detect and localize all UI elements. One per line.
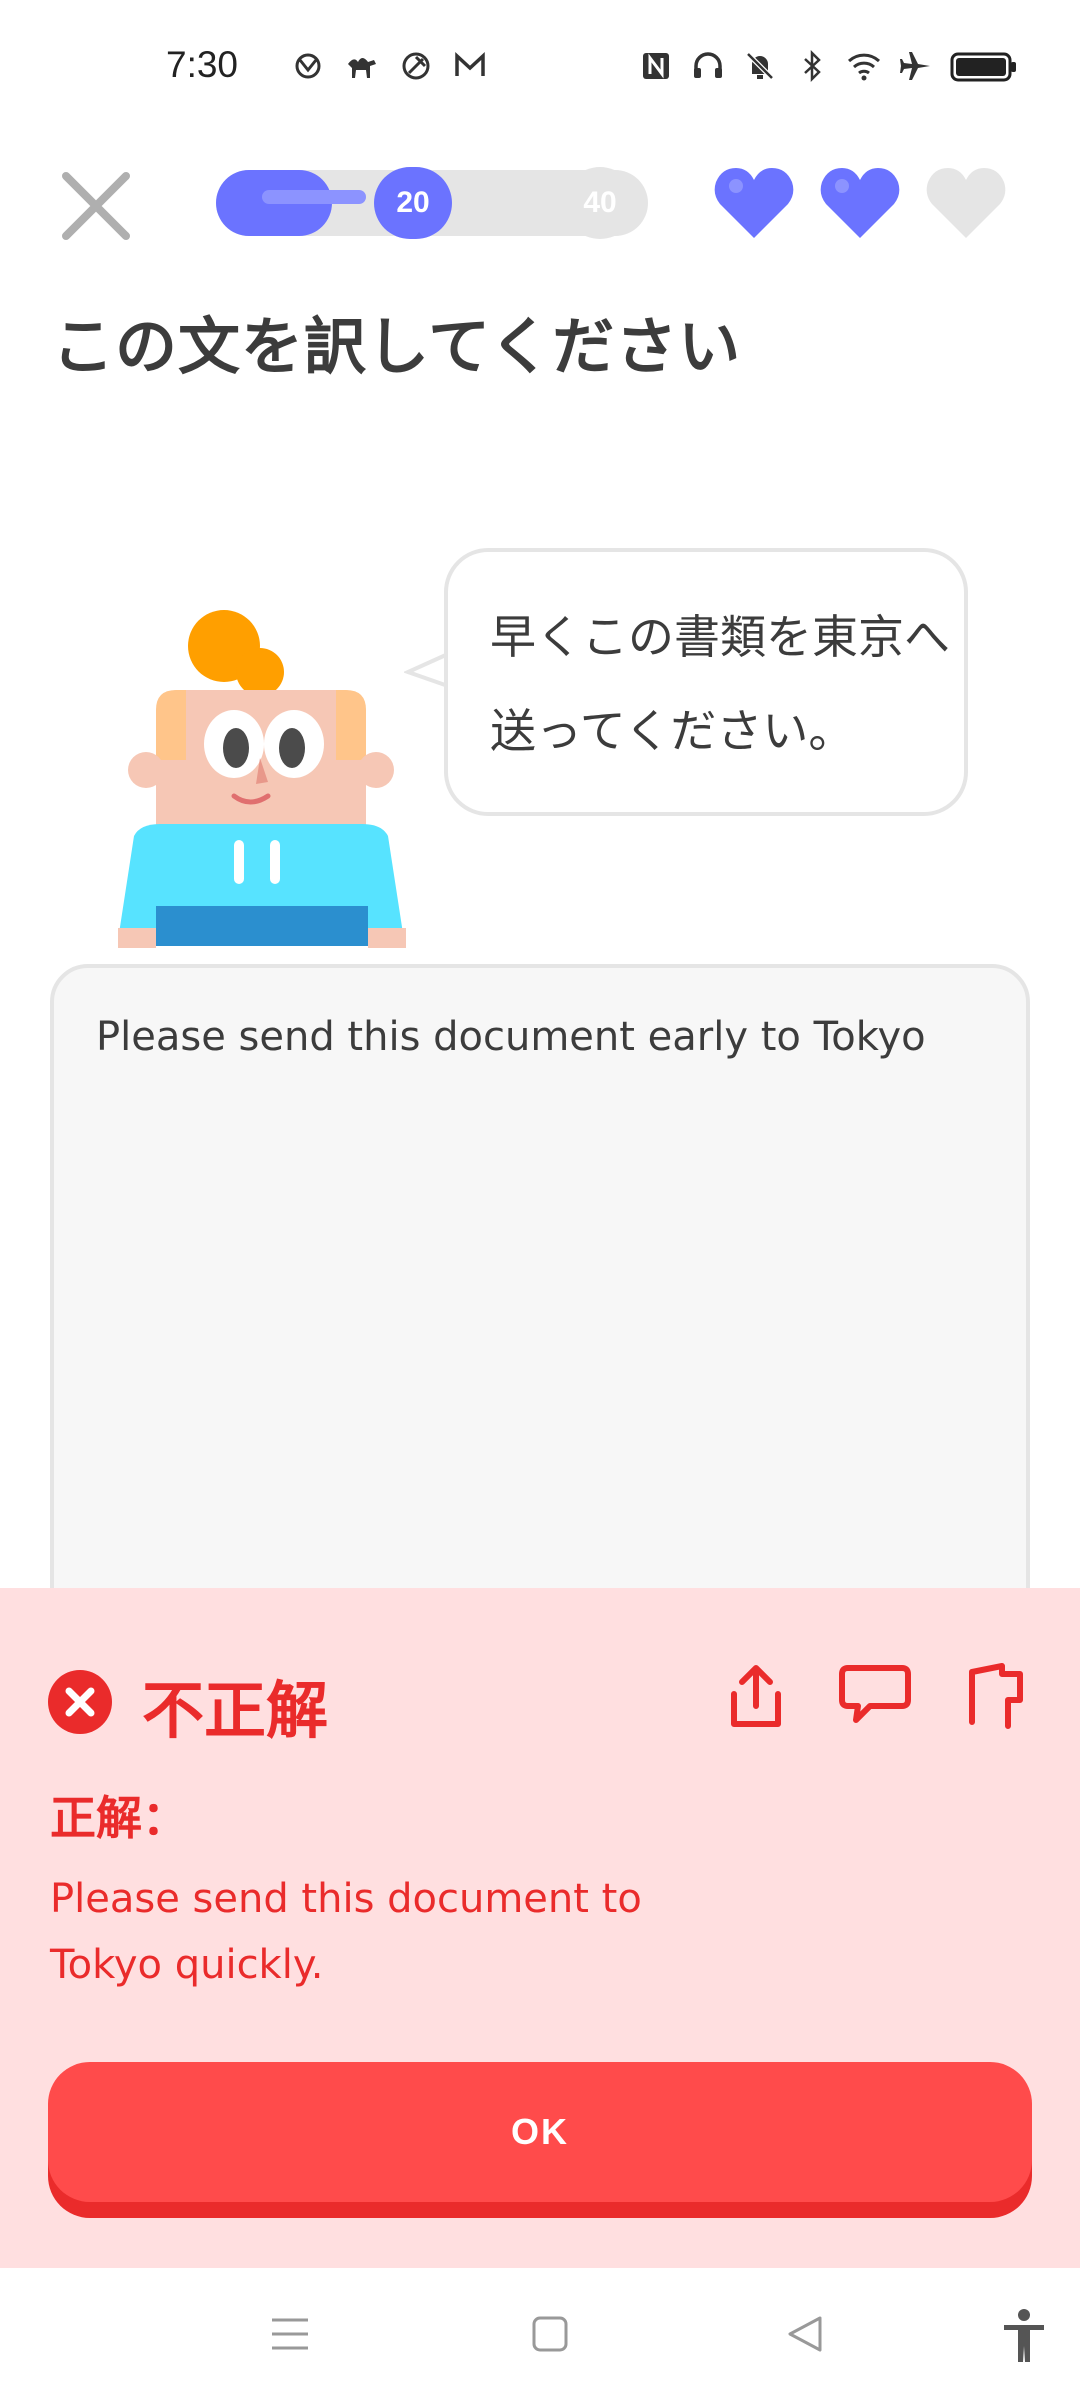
- page-title: この文を訳してください: [52, 310, 742, 383]
- headphones-icon: [694, 52, 722, 78]
- accessibility-icon[interactable]: [998, 2308, 1050, 2364]
- status-right-icons: [638, 48, 1018, 84]
- correct-answer-label: 正解：: [50, 1791, 188, 1845]
- close-icon[interactable]: [58, 168, 134, 244]
- status-left-icons: [290, 48, 488, 84]
- progress-shine: [262, 190, 366, 204]
- ok-button[interactable]: OK: [48, 2062, 1032, 2202]
- back-icon[interactable]: [782, 2310, 830, 2358]
- bell-muted-icon: [746, 52, 774, 80]
- app-icon: [295, 53, 321, 79]
- progress-current-label: 20: [374, 167, 452, 239]
- correct-answer-text: Please send this document to Tokyo quick…: [50, 1876, 642, 1988]
- gmail-icon: [455, 52, 485, 76]
- flag-icon[interactable]: [962, 1660, 1026, 1732]
- answer-input-text[interactable]: Please send this document early to Tokyo: [96, 1014, 926, 1060]
- airplane-icon: [900, 52, 930, 80]
- location-icon: [402, 52, 430, 80]
- heart-empty-icon: [926, 168, 1006, 238]
- menu-icon[interactable]: [266, 2310, 314, 2358]
- wifi-icon: [847, 53, 881, 81]
- heart-full-icon: [714, 168, 794, 238]
- nfc-icon: [643, 53, 669, 79]
- prompt-sentence: 早くこの書類を東京へ送ってください。: [490, 610, 950, 758]
- character-illustration: [118, 610, 406, 948]
- incorrect-icon: [48, 1670, 112, 1734]
- share-icon[interactable]: [724, 1660, 788, 1732]
- heart-full-icon: [820, 168, 900, 238]
- status-time: 7:30: [166, 44, 239, 85]
- bluetooth-icon: [804, 49, 821, 83]
- feedback-status: 不正解: [142, 1674, 329, 1747]
- battery-icon: [950, 52, 1016, 82]
- comment-icon[interactable]: [838, 1660, 912, 1732]
- camel-icon: [348, 58, 376, 78]
- progress-goal-label: 40: [564, 167, 636, 239]
- home-icon[interactable]: [526, 2310, 574, 2358]
